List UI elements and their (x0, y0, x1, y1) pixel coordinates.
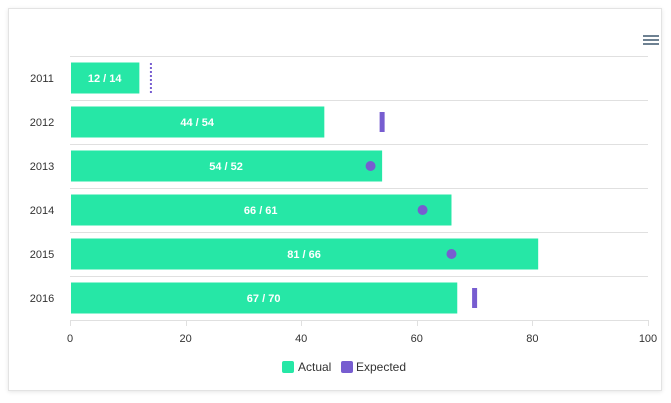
category-label-2016: 2016 (30, 293, 54, 305)
x-tick-label-20: 20 (179, 333, 191, 345)
marker-expected-2016[interactable] (472, 288, 478, 308)
marker-expected-2015[interactable] (446, 249, 457, 259)
marker-expected-2012[interactable] (379, 112, 385, 132)
bar-data-label-2011: 12 / 14 (88, 73, 123, 85)
category-label-2014: 2014 (30, 205, 54, 217)
marker-expected-2014[interactable] (417, 205, 428, 215)
grid-lines (70, 56, 648, 321)
chart-svg: 12 / 14 44 / 54 54 / 52 66 / 61 81 / 66 67 / … (30, 56, 657, 374)
marker-expected-2013[interactable] (365, 161, 376, 171)
x-axis: 0 20 40 60 80 100 (67, 320, 657, 345)
category-label-2013: 2013 (30, 161, 54, 173)
x-tick-label-80: 80 (526, 333, 538, 345)
x-tick-label-100: 100 (639, 333, 657, 345)
hamburger-menu-icon[interactable] (642, 32, 660, 48)
category-labels-group: 2011 2012 2013 2014 2015 2016 (30, 73, 54, 305)
expected-markers-group (149, 63, 478, 308)
legend: Actual Expected (282, 360, 406, 374)
bar-data-label-2013: 54 / 52 (209, 161, 243, 173)
legend-swatch-actual[interactable] (282, 361, 294, 373)
bar-data-label-2016: 67 / 70 (247, 293, 281, 305)
bar-data-label-2015: 81 / 66 (287, 249, 321, 261)
legend-label-actual[interactable]: Actual (298, 360, 331, 374)
bar-data-label-2014: 66 / 61 (244, 205, 278, 217)
legend-swatch-expected[interactable] (341, 361, 353, 373)
category-label-2012: 2012 (30, 117, 54, 129)
category-label-2011: 2011 (30, 73, 54, 85)
legend-label-expected[interactable]: Expected (356, 360, 406, 374)
x-tick-label-60: 60 (411, 333, 423, 345)
bar-data-label-2012: 44 / 54 (180, 117, 215, 129)
category-label-2015: 2015 (30, 249, 54, 261)
x-tick-label-40: 40 (295, 333, 307, 345)
x-tick-label-0: 0 (67, 333, 73, 345)
